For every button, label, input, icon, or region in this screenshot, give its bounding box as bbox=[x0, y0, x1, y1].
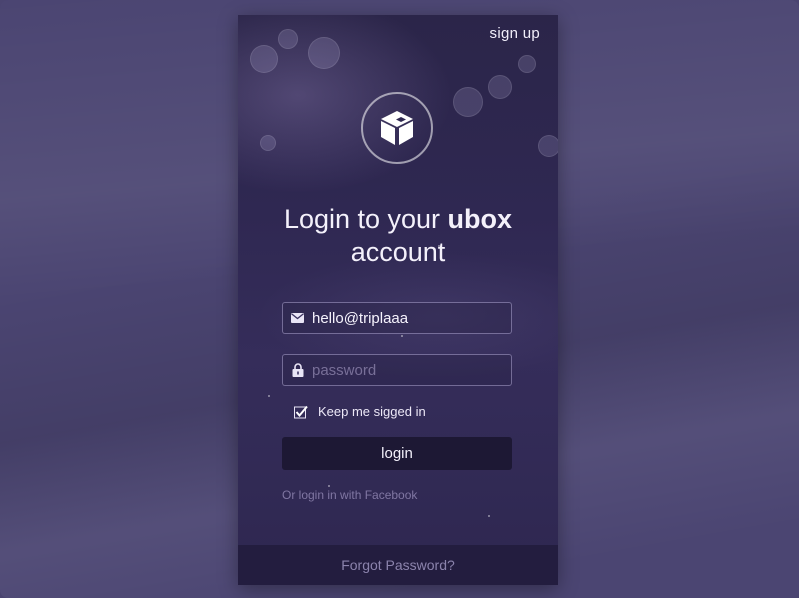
title-suffix: account bbox=[350, 237, 446, 267]
bokeh-decoration bbox=[538, 135, 558, 157]
brand-name: ubox bbox=[447, 204, 513, 234]
bokeh-decoration bbox=[308, 37, 340, 69]
keep-signed-in-checkbox[interactable]: Keep me sigged in bbox=[294, 404, 426, 419]
login-button[interactable]: login bbox=[282, 437, 512, 470]
bokeh-decoration bbox=[278, 29, 298, 49]
email-field[interactable] bbox=[282, 302, 512, 334]
mail-icon bbox=[283, 303, 312, 333]
bokeh-decoration bbox=[488, 75, 512, 99]
app-logo bbox=[361, 92, 433, 164]
star-decoration bbox=[488, 515, 490, 517]
keep-signed-in-label: Keep me sigged in bbox=[318, 404, 426, 419]
bokeh-decoration bbox=[250, 45, 278, 73]
forgot-password-link[interactable]: Forgot Password? bbox=[341, 557, 455, 573]
bokeh-decoration bbox=[518, 55, 536, 73]
facebook-login-link[interactable]: Or login in with Facebook bbox=[282, 488, 417, 502]
login-screen: sign up Login to your ubox account hello… bbox=[238, 15, 558, 585]
password-field[interactable] bbox=[282, 354, 512, 386]
star-decoration bbox=[268, 395, 270, 397]
title-prefix: Login to your bbox=[283, 204, 448, 234]
box-icon bbox=[381, 111, 413, 145]
email-input[interactable] bbox=[312, 304, 511, 332]
star-decoration bbox=[401, 335, 403, 337]
star-decoration bbox=[328, 485, 330, 487]
bokeh-decoration bbox=[453, 87, 483, 117]
lock-icon bbox=[283, 355, 312, 385]
forgot-password-bar: Forgot Password? bbox=[238, 545, 558, 585]
page-title: Login to your ubox account bbox=[238, 203, 558, 269]
password-input[interactable] bbox=[312, 356, 511, 384]
checkmark-icon bbox=[294, 405, 308, 419]
bokeh-decoration bbox=[260, 135, 276, 151]
sign-up-link[interactable]: sign up bbox=[490, 25, 540, 42]
